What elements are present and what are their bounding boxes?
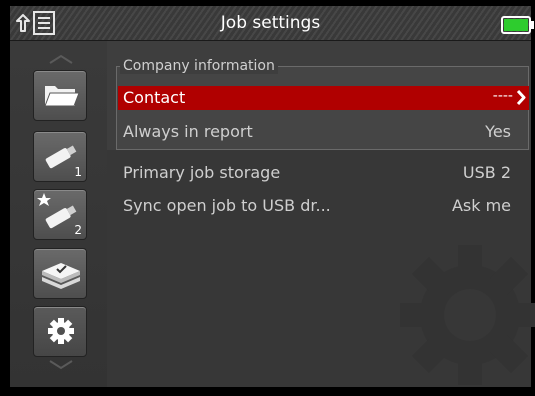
screen: Job settings 1 2 Company information Con… <box>0 0 535 396</box>
nav-settings-button[interactable] <box>33 306 87 357</box>
nav-folder-button[interactable] <box>33 70 87 121</box>
setting-value: Ask me <box>451 196 511 215</box>
setting-label: Sync open job to USB dr... <box>123 196 331 215</box>
nav-storage-button[interactable] <box>33 248 87 299</box>
setting-label: Always in report <box>123 122 253 141</box>
gear-icon <box>48 318 74 344</box>
chevron-right-icon <box>516 89 526 106</box>
setting-row-contact[interactable]: Contact ---- <box>118 86 529 110</box>
setting-row-sync-usb[interactable]: Sync open job to USB dr... Ask me <box>118 193 529 219</box>
setting-value: ---- <box>492 88 513 104</box>
usb-number-label: 1 <box>74 165 82 179</box>
header-bar: Job settings <box>10 6 534 41</box>
gear-watermark-icon <box>400 245 535 385</box>
setting-value: USB 2 <box>462 163 511 182</box>
page-title: Job settings <box>220 13 321 33</box>
group-title: Company information <box>120 58 278 74</box>
nav-usb-2-button[interactable]: 2 <box>33 189 87 240</box>
nav-usb-1-button[interactable]: 1 <box>33 131 87 182</box>
setting-row-always-in-report[interactable]: Always in report Yes <box>118 119 529 145</box>
bottom-bar <box>0 387 535 396</box>
scroll-up-arrow-icon[interactable] <box>48 54 74 64</box>
usb-number-label: 2 <box>74 223 82 237</box>
folder-icon <box>44 86 80 107</box>
setting-label: Contact <box>123 88 186 107</box>
setting-row-primary-storage[interactable]: Primary job storage USB 2 <box>118 160 529 186</box>
setting-label: Primary job storage <box>123 163 281 182</box>
setting-value: Yes <box>485 122 511 141</box>
battery-icon <box>501 16 534 34</box>
disk-stack-icon <box>42 263 80 289</box>
scroll-down-arrow-icon[interactable] <box>48 360 74 370</box>
